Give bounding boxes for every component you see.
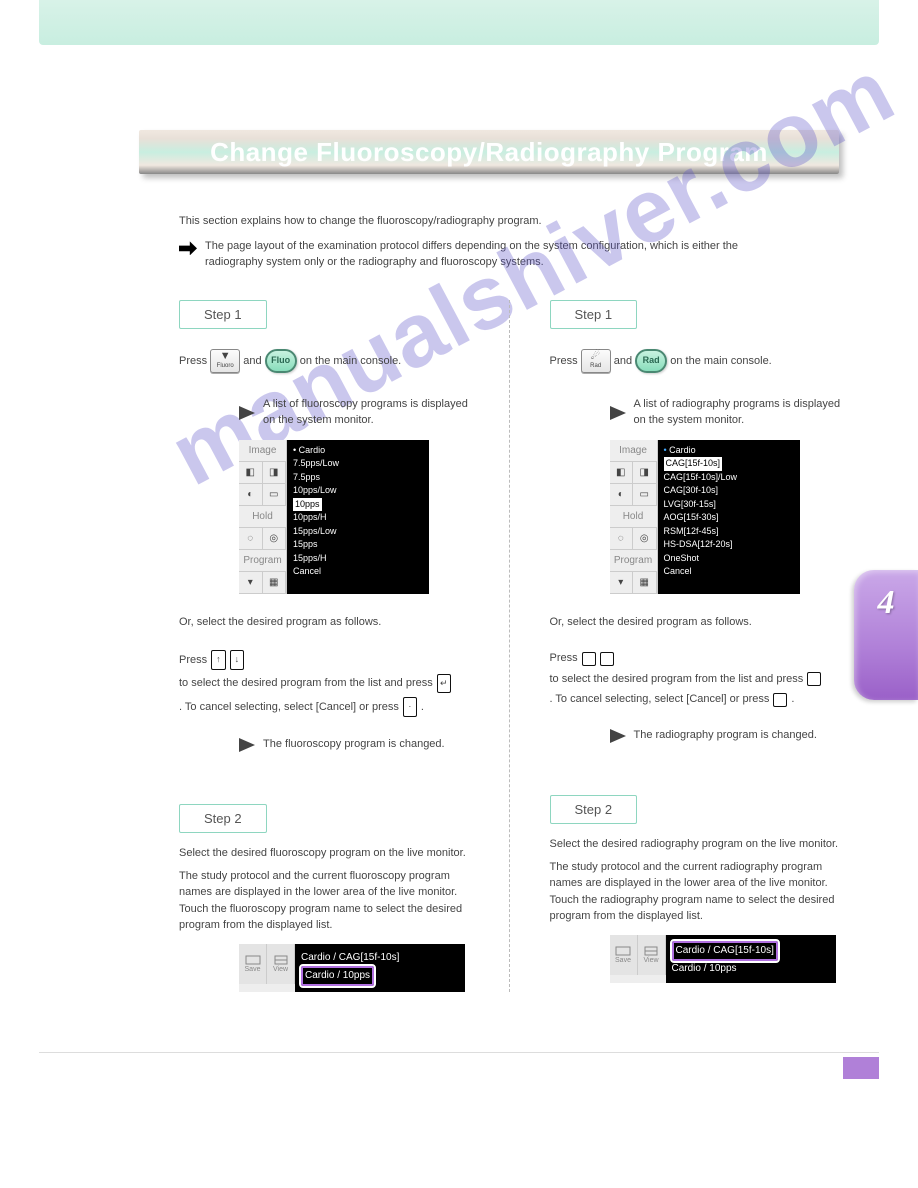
rad-press-mid1: to select the desired program from the l… (550, 671, 804, 688)
rad-menu-item-selected[interactable]: CAG[15f-10s] (664, 457, 723, 471)
rad-press-mid2: . To cancel selecting, select [Cancel] o… (550, 691, 770, 708)
note-hand-icon (179, 241, 197, 255)
rad-menu-item[interactable]: CAG[15f-10s]/Low (664, 471, 794, 485)
rad-menu-heading: Cardio (669, 445, 696, 455)
rad-menu-item[interactable]: HS-DSA[12f-20s] (664, 538, 794, 552)
rad-step2-body2: The study protocol and the current radio… (550, 859, 850, 925)
page-title-banner: Change Fluoroscopy/Radiography Program (139, 130, 839, 174)
fluoro-or-text: Or, select the desired program as follow… (179, 614, 479, 631)
rad-console-glyph-icon: ☄ (591, 351, 601, 362)
fluoro-menu-item[interactable]: 15pps/H (293, 552, 423, 566)
rad-step2-body1: Select the desired radiography program o… (550, 836, 850, 853)
fluoro-press-intro: Press (179, 652, 207, 669)
fluoro-step2-label: Step 2 (179, 804, 267, 833)
up-key-icon: ↑ (211, 650, 226, 670)
fluoro-console-label: Fluoro (217, 362, 234, 371)
down-key-icon (600, 652, 614, 666)
fluoro-menu-item[interactable]: 15pps (293, 538, 423, 552)
dot-key-icon (773, 693, 787, 707)
fluoro-step2-body2: The study protocol and the current fluor… (179, 868, 479, 934)
fluoro-bar-line1[interactable]: Cardio / CAG[15f-10s] (301, 950, 459, 966)
fluoro-bar-line2-highlight[interactable]: Cardio / 10pps (301, 966, 374, 986)
fluoro-step1-mid: and (243, 355, 264, 367)
intro-text: This section explains how to change the … (179, 214, 779, 229)
save-icon[interactable]: Save (239, 944, 267, 984)
arrow-icon (239, 406, 255, 420)
fluoro-press-mid1: to select the desired program from the l… (179, 675, 433, 692)
fluoro-step1-label: Step 1 (179, 300, 267, 329)
fluoro-press-mid3: . (421, 699, 424, 716)
fluoro-step1-lead: Press (179, 355, 210, 367)
arrow-icon (610, 729, 626, 743)
rad-menu-item[interactable]: OneShot (664, 552, 794, 566)
rad-list-msg: A list of radiography programs is displa… (634, 397, 850, 428)
arrow-icon (610, 406, 626, 420)
rad-menu-item[interactable]: LVG[30f-15s] (664, 498, 794, 512)
fluoro-menu-item-selected[interactable]: 10pps (293, 498, 322, 512)
fluoro-console-glyph-icon: ▼ (220, 351, 231, 362)
view-icon-label: View (643, 957, 658, 964)
up-key-icon (582, 652, 596, 666)
chapter-number: 4 (878, 584, 895, 622)
rad-menu-item[interactable]: CAG[30f-10s] (664, 484, 794, 498)
fluoro-changed-msg: The fluoroscopy program is changed. (263, 737, 479, 752)
view-icon[interactable]: View (267, 944, 295, 984)
save-icon[interactable]: Save (610, 935, 638, 975)
rad-bar-line1-highlight[interactable]: Cardio / CAG[15f-10s] (672, 941, 778, 961)
save-icon-label: Save (245, 966, 261, 973)
rad-console-label: Rad (590, 362, 601, 371)
page-number-box (843, 1057, 879, 1079)
fluoro-menu-item[interactable]: 7.5pps/Low (293, 457, 423, 471)
fluoro-list-msg: A list of fluoroscopy programs is displa… (263, 397, 479, 428)
rad-step1-tail: on the main console. (670, 355, 772, 367)
header-band (39, 0, 879, 45)
rad-column: Step 1 Press ☄ Rad and Rad on the main c… (509, 300, 880, 992)
fluoro-menu-item[interactable]: 10pps/H (293, 511, 423, 525)
fluoro-console-button[interactable]: ▼ Fluoro (210, 349, 240, 373)
enter-key-icon (807, 672, 821, 686)
rad-bar-line2[interactable]: Cardio / 10pps (672, 961, 830, 977)
fluoro-live-monitor-bar: Save View Cardio / CAG[15f-10s] Cardio /… (239, 944, 465, 992)
view-icon-label: View (273, 966, 288, 973)
fluoro-menu-item[interactable]: 7.5pps (293, 471, 423, 485)
rad-press-mid3: . (791, 691, 794, 708)
rad-menu-item[interactable]: Cancel (664, 565, 794, 579)
rad-step1-lead: Press (550, 355, 581, 367)
rad-menu-item[interactable]: RSM[12f-45s] (664, 525, 794, 539)
down-key-icon: ↓ (230, 650, 245, 670)
rad-step2-label: Step 2 (550, 795, 638, 824)
page-title-text: Change Fluoroscopy/Radiography Program (210, 137, 768, 168)
rad-or-text: Or, select the desired program as follow… (550, 614, 850, 631)
fluoro-oval-button[interactable]: Fluo (265, 349, 297, 373)
view-icon[interactable]: View (638, 935, 666, 975)
fluoro-column: Step 1 Press ▼ Fluoro and Fluo on the ma… (139, 300, 509, 992)
rad-menu-item[interactable]: AOG[15f-30s] (664, 511, 794, 525)
fluoro-menu-heading: Cardio (299, 445, 326, 455)
fluoro-step1-tail: on the main console. (300, 355, 402, 367)
rad-press-intro: Press (550, 650, 578, 667)
arrow-icon (239, 738, 255, 752)
rad-step1-mid: and (614, 355, 635, 367)
rad-step1-label: Step 1 (550, 300, 638, 329)
dot-key-icon: · (403, 697, 417, 717)
chapter-tab: 4 (854, 570, 918, 700)
rad-program-list-mock: Image ◧◨ ◐▭ Hold ◌◎ Program ▾▦ • Cardio … (610, 440, 800, 594)
rad-live-monitor-bar: Save View Cardio / CAG[15f-10s] Cardio /… (610, 935, 836, 983)
footer (39, 1052, 879, 1082)
enter-key-icon: ↵ (437, 674, 451, 694)
fluoro-step2-body1: Select the desired fluoroscopy program o… (179, 845, 479, 862)
note-text: The page layout of the examination proto… (205, 239, 779, 270)
save-icon-label: Save (615, 957, 631, 964)
fluoro-menu-item[interactable]: Cancel (293, 565, 423, 579)
fluoro-menu-item[interactable]: 10pps/Low (293, 484, 423, 498)
rad-console-button[interactable]: ☄ Rad (581, 349, 611, 373)
rad-oval-button[interactable]: Rad (635, 349, 667, 373)
fluoro-press-mid2: . To cancel selecting, select [Cancel] o… (179, 699, 399, 716)
rad-changed-msg: The radiography program is changed. (634, 728, 850, 743)
fluoro-menu-item[interactable]: 15pps/Low (293, 525, 423, 539)
fluoro-program-list-mock: Image ◧◨ ◐▭ Hold ◌◎ Program ▾▦ • Cardio … (239, 440, 429, 594)
